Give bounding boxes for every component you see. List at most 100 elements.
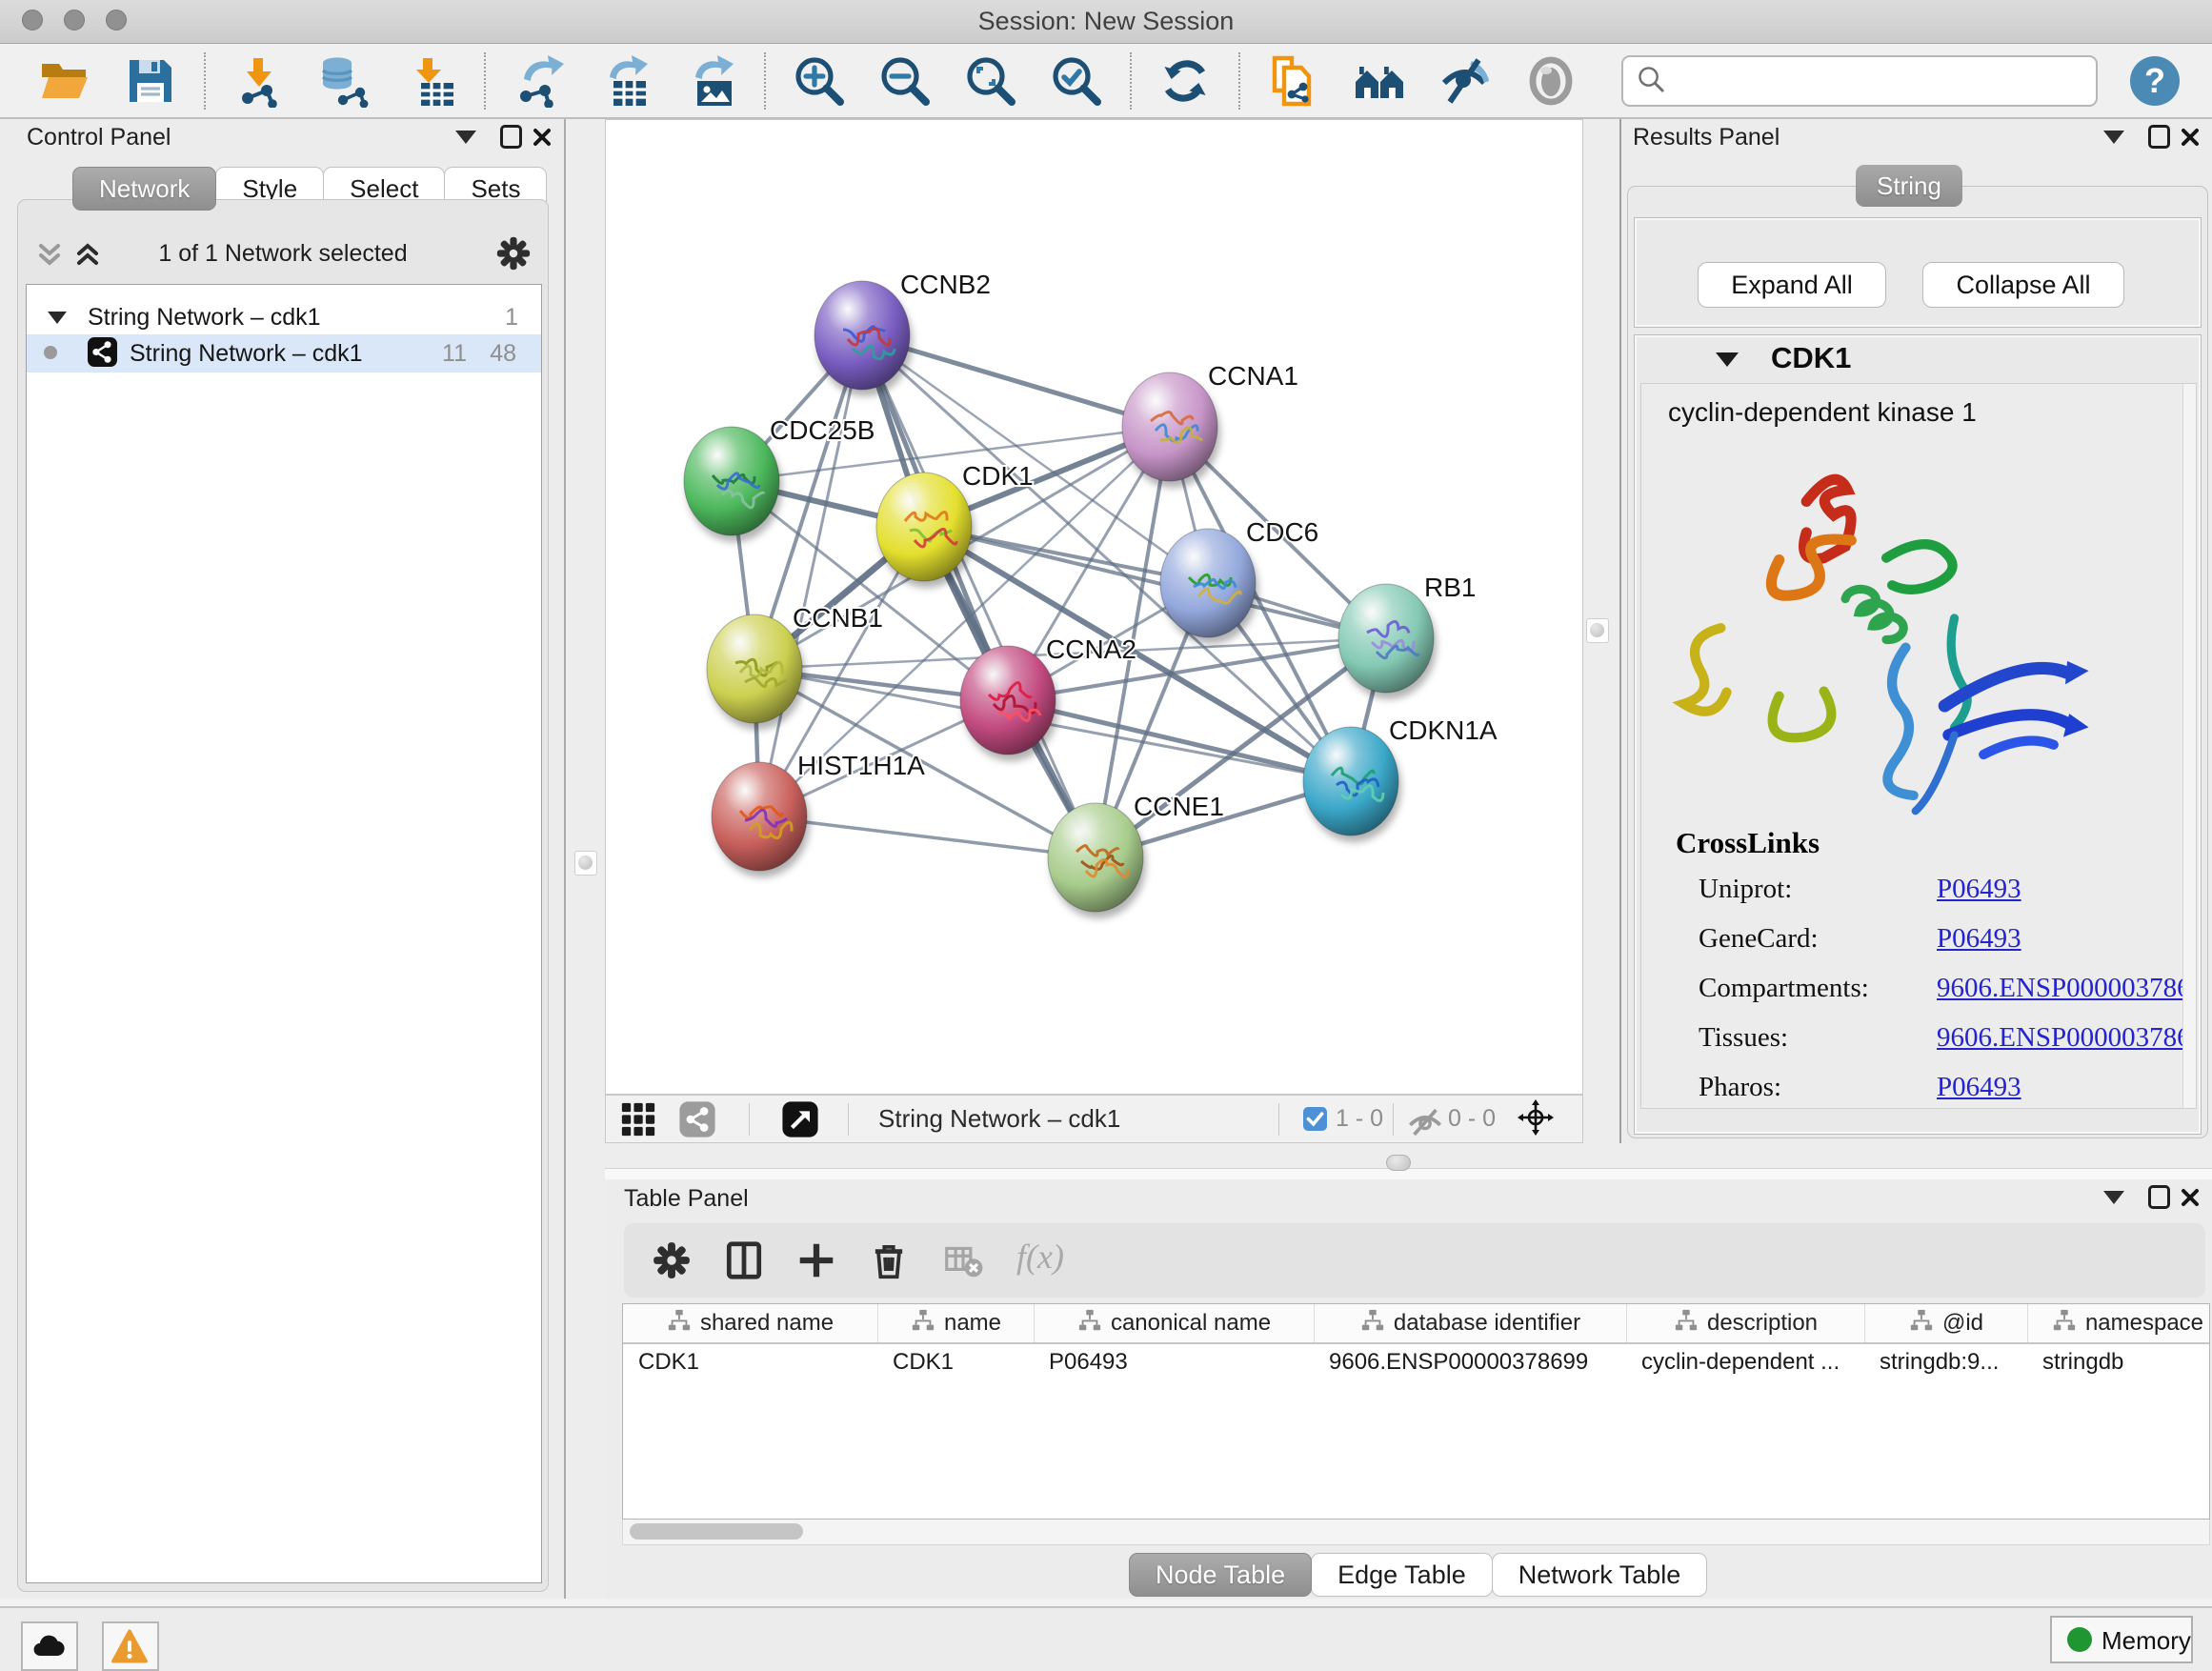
memory-button[interactable]: Memory xyxy=(2050,1616,2193,1663)
panel-float-icon[interactable] xyxy=(500,125,522,149)
crosslink-row: Tissues: 9606.ENSP00000378699 xyxy=(1699,1022,1880,1064)
search-input[interactable] xyxy=(1667,59,2084,103)
gene-section-expander-icon[interactable] xyxy=(1716,352,1739,367)
hide-details-icon[interactable] xyxy=(1438,54,1492,108)
column-header-shared-name[interactable]: shared name xyxy=(623,1304,877,1342)
results-close-icon[interactable] xyxy=(2181,125,2200,149)
table-close-icon[interactable] xyxy=(2181,1185,2200,1209)
crosslink-link[interactable]: 9606.ENSP00000378699 xyxy=(1937,1022,2197,1054)
left-splitter-handle[interactable] xyxy=(574,851,597,876)
search-box[interactable] xyxy=(1621,55,2098,107)
table-scrollbar-thumb[interactable] xyxy=(630,1523,803,1540)
collapse-all-button[interactable]: Collapse All xyxy=(1922,262,2124,308)
network-node-ccna1[interactable] xyxy=(1122,372,1220,488)
node-label-rb1: RB1 xyxy=(1424,573,1476,602)
show-columns-icon[interactable] xyxy=(723,1239,765,1281)
collection-expander-icon[interactable] xyxy=(48,312,67,324)
refresh-icon[interactable] xyxy=(1158,54,1212,108)
crosslink-row: Pharos: P06493 xyxy=(1699,1072,1880,1109)
horizontal-splitter-handle[interactable] xyxy=(1386,1155,1411,1171)
table-collapse-icon[interactable] xyxy=(2103,1191,2124,1204)
network-node-cdc6[interactable] xyxy=(1160,529,1258,644)
table-cell[interactable]: cyclin-dependent ... xyxy=(1626,1344,1864,1380)
open-session-icon[interactable] xyxy=(38,54,91,108)
main-toolbar-groups xyxy=(38,52,1578,110)
network-node-ccnb1[interactable] xyxy=(707,614,805,730)
panel-collapse-icon[interactable] xyxy=(455,131,476,144)
table-cell[interactable]: P06493 xyxy=(1034,1344,1314,1380)
birds-eye-view-icon[interactable] xyxy=(781,1100,819,1138)
table-gear-icon[interactable] xyxy=(651,1239,693,1281)
table-cell[interactable]: CDK1 xyxy=(623,1344,877,1380)
help-icon[interactable]: ? xyxy=(2130,56,2180,106)
results-float-icon[interactable] xyxy=(2148,125,2170,149)
table-cell[interactable]: 9606.ENSP00000378699 xyxy=(1314,1344,1626,1380)
add-column-icon[interactable] xyxy=(795,1239,837,1281)
crosslink-link[interactable]: 9606.ENSP00000378699 xyxy=(1937,973,2197,1004)
expand-all-button[interactable]: Expand All xyxy=(1698,262,1886,308)
column-header-database-identifier[interactable]: database identifier xyxy=(1314,1304,1626,1342)
column-header-namespace[interactable]: namespace xyxy=(2027,1304,2210,1342)
network-node-hist1h1a[interactable] xyxy=(712,762,810,877)
tab-edge-table[interactable]: Edge Table xyxy=(1311,1553,1493,1597)
network-view-icon[interactable] xyxy=(678,1100,716,1138)
table-float-icon[interactable] xyxy=(2148,1185,2170,1209)
network-row[interactable]: String Network – cdk1 11 48 xyxy=(27,334,541,372)
column-header-canonical-name[interactable]: canonical name xyxy=(1034,1304,1314,1342)
column-header--id[interactable]: @id xyxy=(1864,1304,2027,1342)
zoom-out-icon[interactable] xyxy=(878,54,932,108)
network-node-rb1[interactable] xyxy=(1338,584,1437,699)
node-table[interactable]: shared namenamecanonical namedatabase id… xyxy=(622,1303,2210,1520)
results-vertical-scrollbar[interactable] xyxy=(2182,384,2196,1108)
column-header-name[interactable]: name xyxy=(877,1304,1034,1342)
network-collection-row[interactable]: String Network – cdk1 1 xyxy=(27,300,541,334)
zoom-in-icon[interactable] xyxy=(793,54,846,108)
table-cell[interactable]: CDK1 xyxy=(877,1344,1034,1380)
network-node-ccna2[interactable] xyxy=(960,646,1058,761)
column-header-description[interactable]: description xyxy=(1626,1304,1864,1342)
network-options-gear-icon[interactable] xyxy=(494,234,533,272)
table-horizontal-scrollbar[interactable] xyxy=(622,1520,2210,1545)
crosslink-link[interactable]: P06493 xyxy=(1937,1072,2021,1103)
export-image-icon[interactable] xyxy=(684,54,737,108)
tab-node-table[interactable]: Node Table xyxy=(1129,1553,1312,1597)
crosslink-link[interactable]: P06493 xyxy=(1937,874,2021,905)
delete-column-icon[interactable] xyxy=(868,1239,910,1281)
import-network-icon[interactable] xyxy=(232,54,286,108)
table-cell[interactable]: stringdb xyxy=(2027,1344,2210,1380)
zoom-fit-icon[interactable] xyxy=(964,54,1017,108)
cloud-icon[interactable] xyxy=(21,1621,78,1671)
horizontal-splitter[interactable] xyxy=(605,1143,2212,1181)
network-node-ccne1[interactable] xyxy=(1048,803,1146,918)
left-splitter[interactable] xyxy=(564,119,605,1599)
right-splitter[interactable] xyxy=(1583,119,1619,1181)
network-graph[interactable]: CCNB2CCNA1CDC25BCDK1CDC6RB1CCNB1CCNA2CDK… xyxy=(605,119,1583,1095)
tab-string[interactable]: String xyxy=(1856,165,1962,207)
network-node-cdk1[interactable] xyxy=(876,473,975,588)
zoom-selected-icon[interactable] xyxy=(1050,54,1103,108)
selected-nodes-checkbox[interactable] xyxy=(1303,1107,1327,1131)
table-row[interactable]: CDK1CDK1P064939606.ENSP00000378699cyclin… xyxy=(623,1344,2209,1380)
table-cell[interactable]: stringdb:9... xyxy=(1864,1344,2027,1380)
fit-content-crosshair-icon[interactable] xyxy=(1517,1098,1558,1140)
show-details-icon[interactable] xyxy=(1524,54,1578,108)
network-node-ccnb2[interactable] xyxy=(814,281,913,396)
crosslink-link[interactable]: P06493 xyxy=(1937,923,2021,955)
export-table-icon[interactable] xyxy=(598,54,652,108)
tab-network[interactable]: Network xyxy=(72,167,216,211)
panel-close-icon[interactable] xyxy=(533,125,552,149)
results-collapse-icon[interactable] xyxy=(2103,131,2124,144)
save-session-icon[interactable] xyxy=(124,54,177,108)
grid-view-icon[interactable] xyxy=(619,1100,657,1138)
warning-icon[interactable] xyxy=(102,1621,159,1671)
network-node-cdkn1a[interactable] xyxy=(1303,727,1401,842)
string-home-icon[interactable] xyxy=(1353,54,1406,108)
network-canvas[interactable]: CCNB2CCNA1CDC25BCDK1CDC6RB1CCNB1CCNA2CDK… xyxy=(605,119,1583,1095)
right-splitter-handle[interactable] xyxy=(1586,618,1609,643)
network-node-cdc25b[interactable] xyxy=(684,427,782,542)
import-database-icon[interactable] xyxy=(318,54,372,108)
import-table-icon[interactable] xyxy=(404,54,457,108)
clone-network-icon[interactable] xyxy=(1267,54,1320,108)
tab-network-table[interactable]: Network Table xyxy=(1492,1553,1708,1597)
export-network-icon[interactable] xyxy=(513,54,566,108)
